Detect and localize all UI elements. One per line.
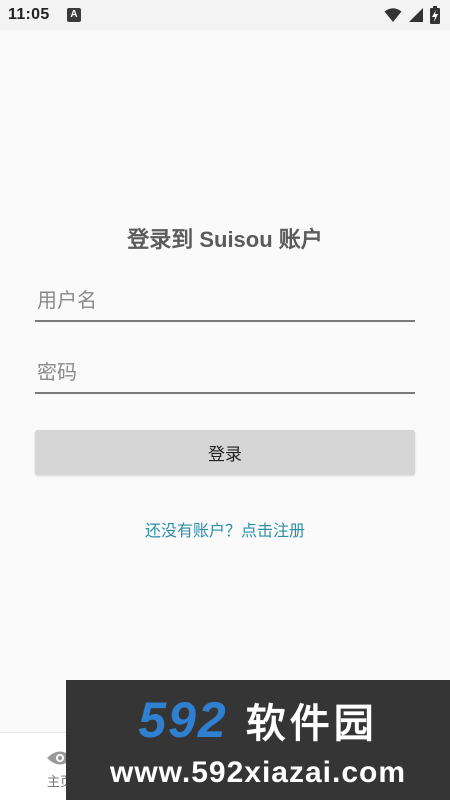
username-input[interactable] — [35, 282, 419, 320]
status-bar: 11:05 A — [0, 0, 450, 30]
watermark-logo: 592 软件园 — [66, 690, 450, 750]
status-icons — [384, 6, 440, 24]
watermark-number: 592 — [138, 692, 228, 748]
password-field — [35, 354, 419, 394]
site-watermark: 592 软件园 www.592xiazai.com — [66, 680, 450, 800]
battery-charging-icon — [430, 6, 440, 24]
notification-a-icon: A — [67, 8, 81, 22]
login-title: 登录到 Suisou 账户 — [127, 227, 323, 252]
register-link[interactable]: 还没有账户？点击注册 — [0, 517, 450, 541]
signal-icon — [409, 8, 423, 22]
watermark-url: www.592xiazai.com — [109, 756, 407, 789]
login-button[interactable]: 登录 — [35, 430, 415, 475]
wifi-icon — [384, 8, 402, 22]
password-input[interactable] — [35, 354, 419, 392]
username-field — [35, 282, 419, 322]
watermark-brand: 软件园 — [245, 701, 378, 747]
status-time: 11:05 — [8, 6, 50, 23]
